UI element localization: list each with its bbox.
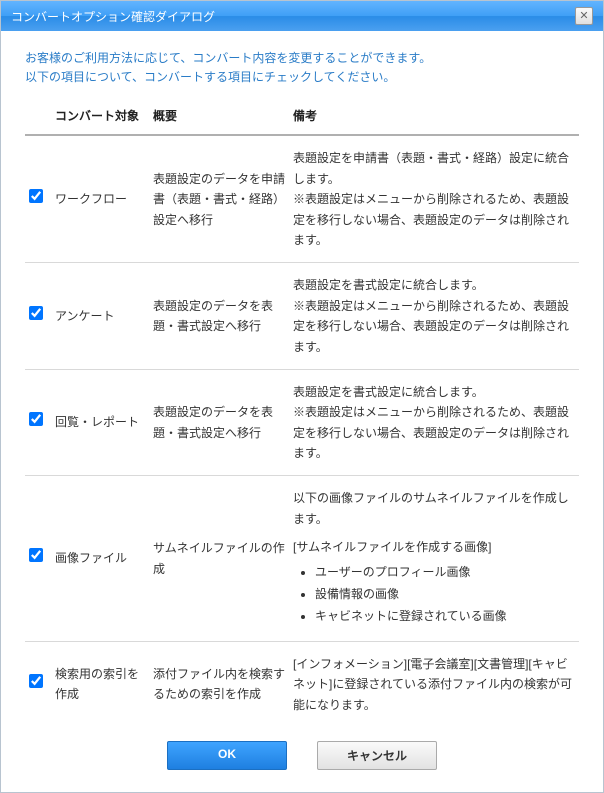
dialog-intro: お客様のご利用方法に応じて、コンバート内容を変更することができます。 以下の項目… xyxy=(25,49,579,87)
options-table: コンバート対象 概要 備考 ワークフロー表題設定のデータを申請書（表題・書式・経… xyxy=(25,101,579,727)
overview-cell: 添付ファイル内を検索するための索引を作成 xyxy=(149,641,289,727)
intro-line-1: お客様のご利用方法に応じて、コンバート内容を変更することができます。 xyxy=(25,49,579,68)
row-checkbox[interactable] xyxy=(29,674,43,688)
target-cell: ワークフロー xyxy=(51,135,149,262)
checkbox-cell xyxy=(25,263,51,370)
remarks-line: 表題設定を書式設定に統合します。 xyxy=(293,382,575,402)
close-icon: ✕ xyxy=(579,11,588,22)
intro-line-2: 以下の項目について、コンバートする項目にチェックしてください。 xyxy=(25,68,579,87)
dialog-titlebar: コンバートオプション確認ダイアログ ✕ xyxy=(1,1,603,31)
remarks-line: [インフォメーション][電子会議室][文書管理][キャビネット]に登録されている… xyxy=(293,654,575,715)
table-row: 検索用の索引を作成添付ファイル内を検索するための索引を作成[インフォメーション]… xyxy=(25,641,579,727)
remarks-cell: 表題設定を書式設定に統合します。※表題設定はメニューから削除されるため、表題設定… xyxy=(289,369,579,476)
list-item: ユーザーのプロフィール画像 xyxy=(315,562,575,582)
overview-cell: 表題設定のデータを申請書（表題・書式・経路）設定へ移行 xyxy=(149,135,289,262)
row-checkbox[interactable] xyxy=(29,306,43,320)
row-checkbox[interactable] xyxy=(29,548,43,562)
target-cell: 画像ファイル xyxy=(51,476,149,641)
col-remarks: 備考 xyxy=(289,101,579,135)
remarks-line: ※表題設定はメニューから削除されるため、表題設定を移行しない場合、表題設定のデー… xyxy=(293,296,575,357)
target-cell: アンケート xyxy=(51,263,149,370)
table-row: 画像ファイルサムネイルファイルの作成以下の画像ファイルのサムネイルファイルを作成… xyxy=(25,476,579,641)
list-item: 設備情報の画像 xyxy=(315,584,575,604)
checkbox-cell xyxy=(25,641,51,727)
col-overview: 概要 xyxy=(149,101,289,135)
overview-cell: サムネイルファイルの作成 xyxy=(149,476,289,641)
overview-cell: 表題設定のデータを表題・書式設定へ移行 xyxy=(149,369,289,476)
checkbox-cell xyxy=(25,369,51,476)
list-item: キャビネットに登録されている画像 xyxy=(315,606,575,626)
close-button[interactable]: ✕ xyxy=(575,7,593,25)
row-checkbox[interactable] xyxy=(29,189,43,203)
target-cell: 検索用の索引を作成 xyxy=(51,641,149,727)
row-checkbox[interactable] xyxy=(29,412,43,426)
dialog-title: コンバートオプション確認ダイアログ xyxy=(11,8,215,25)
remarks-list-title: [サムネイルファイルを作成する画像] xyxy=(293,537,575,557)
remarks-cell: 表題設定を申請書（表題・書式・経路）設定に統合します。※表題設定はメニューから削… xyxy=(289,135,579,262)
remarks-list: ユーザーのプロフィール画像設備情報の画像キャビネットに登録されている画像 xyxy=(293,562,575,627)
table-row: ワークフロー表題設定のデータを申請書（表題・書式・経路）設定へ移行表題設定を申請… xyxy=(25,135,579,262)
table-row: アンケート表題設定のデータを表題・書式設定へ移行表題設定を書式設定に統合します。… xyxy=(25,263,579,370)
target-cell: 回覧・レポート xyxy=(51,369,149,476)
remarks-line: 表題設定を申請書（表題・書式・経路）設定に統合します。 xyxy=(293,148,575,189)
cancel-button[interactable]: キャンセル xyxy=(317,741,437,770)
col-checkbox xyxy=(25,101,51,135)
remarks-line: ※表題設定はメニューから削除されるため、表題設定を移行しない場合、表題設定のデー… xyxy=(293,189,575,250)
button-row: OK キャンセル xyxy=(25,727,579,778)
remarks-cell: 表題設定を書式設定に統合します。※表題設定はメニューから削除されるため、表題設定… xyxy=(289,263,579,370)
convert-option-dialog: コンバートオプション確認ダイアログ ✕ お客様のご利用方法に応じて、コンバート内… xyxy=(0,0,604,793)
ok-button[interactable]: OK xyxy=(167,741,287,770)
dialog-body: お客様のご利用方法に応じて、コンバート内容を変更することができます。 以下の項目… xyxy=(1,31,603,792)
remarks-cell: 以下の画像ファイルのサムネイルファイルを作成します。 [サムネイルファイルを作成す… xyxy=(289,476,579,641)
remarks-line: ※表題設定はメニューから削除されるため、表題設定を移行しない場合、表題設定のデー… xyxy=(293,402,575,463)
checkbox-cell xyxy=(25,476,51,641)
remarks-intro: 以下の画像ファイルのサムネイルファイルを作成します。 xyxy=(293,488,575,529)
overview-cell: 表題設定のデータを表題・書式設定へ移行 xyxy=(149,263,289,370)
checkbox-cell xyxy=(25,135,51,262)
col-target: コンバート対象 xyxy=(51,101,149,135)
remarks-line: 表題設定を書式設定に統合します。 xyxy=(293,275,575,295)
table-row: 回覧・レポート表題設定のデータを表題・書式設定へ移行表題設定を書式設定に統合しま… xyxy=(25,369,579,476)
remarks-cell: [インフォメーション][電子会議室][文書管理][キャビネット]に登録されている… xyxy=(289,641,579,727)
